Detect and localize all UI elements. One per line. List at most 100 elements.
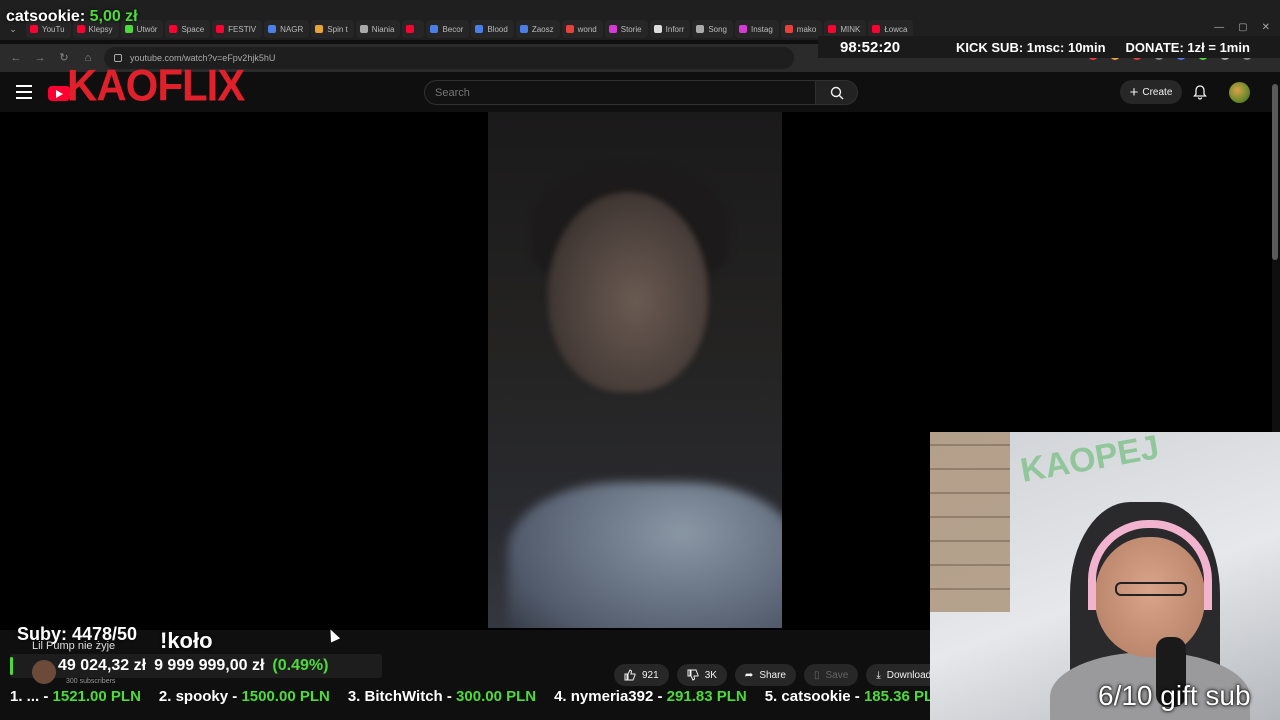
tab-favicon-icon (30, 25, 38, 33)
tab-favicon-icon (359, 25, 368, 33)
browser-tab[interactable]: Inforr (649, 20, 691, 38)
tab-label: FESTIV (228, 24, 257, 34)
tab-favicon-icon (784, 25, 793, 33)
tab-favicon-icon (124, 25, 133, 33)
browser-tab[interactable]: mako (780, 20, 823, 38)
browser-tab[interactable]: wond (561, 20, 603, 38)
tab-label: Song (708, 24, 727, 34)
menu-icon[interactable] (16, 85, 32, 99)
page-scrollbar[interactable] (1272, 84, 1278, 260)
leaderboard-value: 300.00 PLN (456, 688, 537, 705)
tab-label: Utwór (136, 24, 158, 34)
tab-favicon-icon (406, 25, 415, 33)
goal-progress-fill (10, 657, 13, 675)
tab-favicon-icon (739, 25, 747, 33)
like-button[interactable]: 921 (614, 664, 669, 686)
browser-tab[interactable]: Niania (355, 20, 401, 38)
tab-label: mako (796, 24, 817, 34)
video-actions: 921 3K ➦ Share ▯ Save ⤓ Download (614, 664, 942, 686)
plus-icon: + (1129, 83, 1139, 101)
tab-favicon-icon (216, 25, 225, 33)
dislike-button[interactable]: 3K (676, 664, 727, 686)
back-icon[interactable]: ← (8, 50, 24, 66)
tab-favicon-icon (653, 25, 662, 33)
channel-avatar[interactable] (32, 660, 56, 684)
tab-favicon-icon (475, 25, 484, 33)
gift-sub-counter: 6/10 gift sub (1098, 680, 1251, 711)
leaderboard-value: 1500.00 PLN (241, 688, 330, 705)
share-label: Share (759, 669, 786, 681)
share-button[interactable]: ➦ Share (734, 664, 796, 686)
kick-sub-rate: KICK SUB: 1msc: 10min (956, 39, 1106, 55)
tab-favicon-icon (268, 25, 277, 33)
thumbs-up-icon (624, 669, 636, 681)
leaderboard-name: 2. spooky - (158, 688, 238, 705)
browser-tab[interactable]: Becor (426, 20, 470, 38)
browser-tab[interactable]: Storie (604, 20, 648, 38)
browser-tab[interactable]: FESTIV (212, 20, 263, 38)
browser-tab[interactable]: Song (692, 20, 733, 38)
tab-label: Becor (442, 24, 464, 34)
search-button[interactable] (816, 80, 858, 105)
tab-label: Storie (620, 24, 642, 34)
leaderboard-value: 1521.00 PLN (52, 688, 141, 705)
tab-favicon-icon (608, 25, 617, 33)
streamer-glasses (1115, 582, 1187, 596)
tab-label: NAGR (280, 24, 304, 34)
tab-label: Niania (371, 24, 395, 34)
stream-timer: 98:52:20 (840, 38, 901, 56)
leaderboard-name: 1. ... - (10, 688, 49, 705)
tab-favicon-icon (430, 25, 439, 33)
create-button[interactable]: + Create (1120, 80, 1182, 104)
browser-tab-strip: ⌄ YouTu Klepsy Utwór Space FESTIV NAGR Spin tN… (0, 0, 1280, 40)
last-donation: catsookie: 5,00 zł (6, 8, 138, 26)
tab-list: YouTu Klepsy Utwór Space FESTIV NAGR Spin t Nia… (26, 20, 914, 38)
leaderboard-name: 5. catsookie - (764, 688, 860, 705)
leaderboard-name: 4. nymeria392 - (554, 688, 663, 705)
notifications-bell-icon[interactable] (1192, 84, 1208, 100)
tab-favicon-icon (519, 25, 528, 33)
create-label: Create (1142, 86, 1173, 98)
tab-label: Zaosz (531, 24, 554, 34)
search-input[interactable] (435, 86, 815, 99)
browser-tab[interactable]: Instag (735, 20, 779, 38)
forward-icon[interactable]: → (32, 50, 48, 66)
search-field[interactable] (424, 80, 816, 105)
tab-label: Instag (751, 24, 773, 34)
tab-label: wond (577, 24, 597, 34)
tab-label: Blood (487, 24, 508, 34)
video-frame (488, 112, 782, 628)
browser-tab[interactable]: Spin t (311, 20, 354, 38)
share-icon: ➦ (744, 669, 754, 681)
tab-favicon-icon (565, 25, 574, 33)
account-avatar[interactable] (1229, 82, 1250, 103)
download-icon: ⤓ (876, 669, 881, 681)
browser-tab[interactable] (402, 20, 425, 38)
video-content-shirt (508, 482, 782, 628)
last-donation-amount: 5,00 zł (89, 8, 138, 25)
browser-tab[interactable]: Space (165, 20, 211, 38)
minimize-icon[interactable]: — (1214, 22, 1224, 33)
close-window-icon[interactable]: ✕ (1262, 22, 1270, 33)
subscriber-count: 300 subscribers (66, 678, 116, 685)
goal-current: 49 024,32 zł (58, 657, 147, 674)
tab-label: Spin t (327, 24, 348, 34)
wall-photos (930, 432, 1010, 612)
tab-label: MINK (840, 24, 861, 34)
last-donation-name: catsookie: (6, 8, 86, 25)
browser-tab[interactable]: NAGR (264, 20, 310, 38)
maximize-icon[interactable]: ▢ (1238, 22, 1247, 33)
browser-tab[interactable]: Blood (471, 20, 514, 38)
leaderboard-value: 291.83 PLN (666, 688, 747, 705)
like-count: 921 (642, 669, 659, 681)
leaderboard-entry: 5. catsookie - 185.36 PLN (765, 688, 944, 710)
browser-tab[interactable]: Zaosz (515, 20, 560, 38)
dislike-count: 3K (704, 669, 717, 681)
leaderboard-entry: 1. ... - 1521.00 PLN (10, 688, 141, 710)
window-controls: — ▢ ✕ (1214, 22, 1270, 33)
tab-favicon-icon (872, 25, 881, 33)
download-label: Download (886, 669, 932, 681)
save-button[interactable]: ▯ Save (804, 664, 859, 686)
tab-favicon-icon (696, 25, 705, 33)
goal-target: 9 999 999,00 zł (154, 657, 265, 674)
